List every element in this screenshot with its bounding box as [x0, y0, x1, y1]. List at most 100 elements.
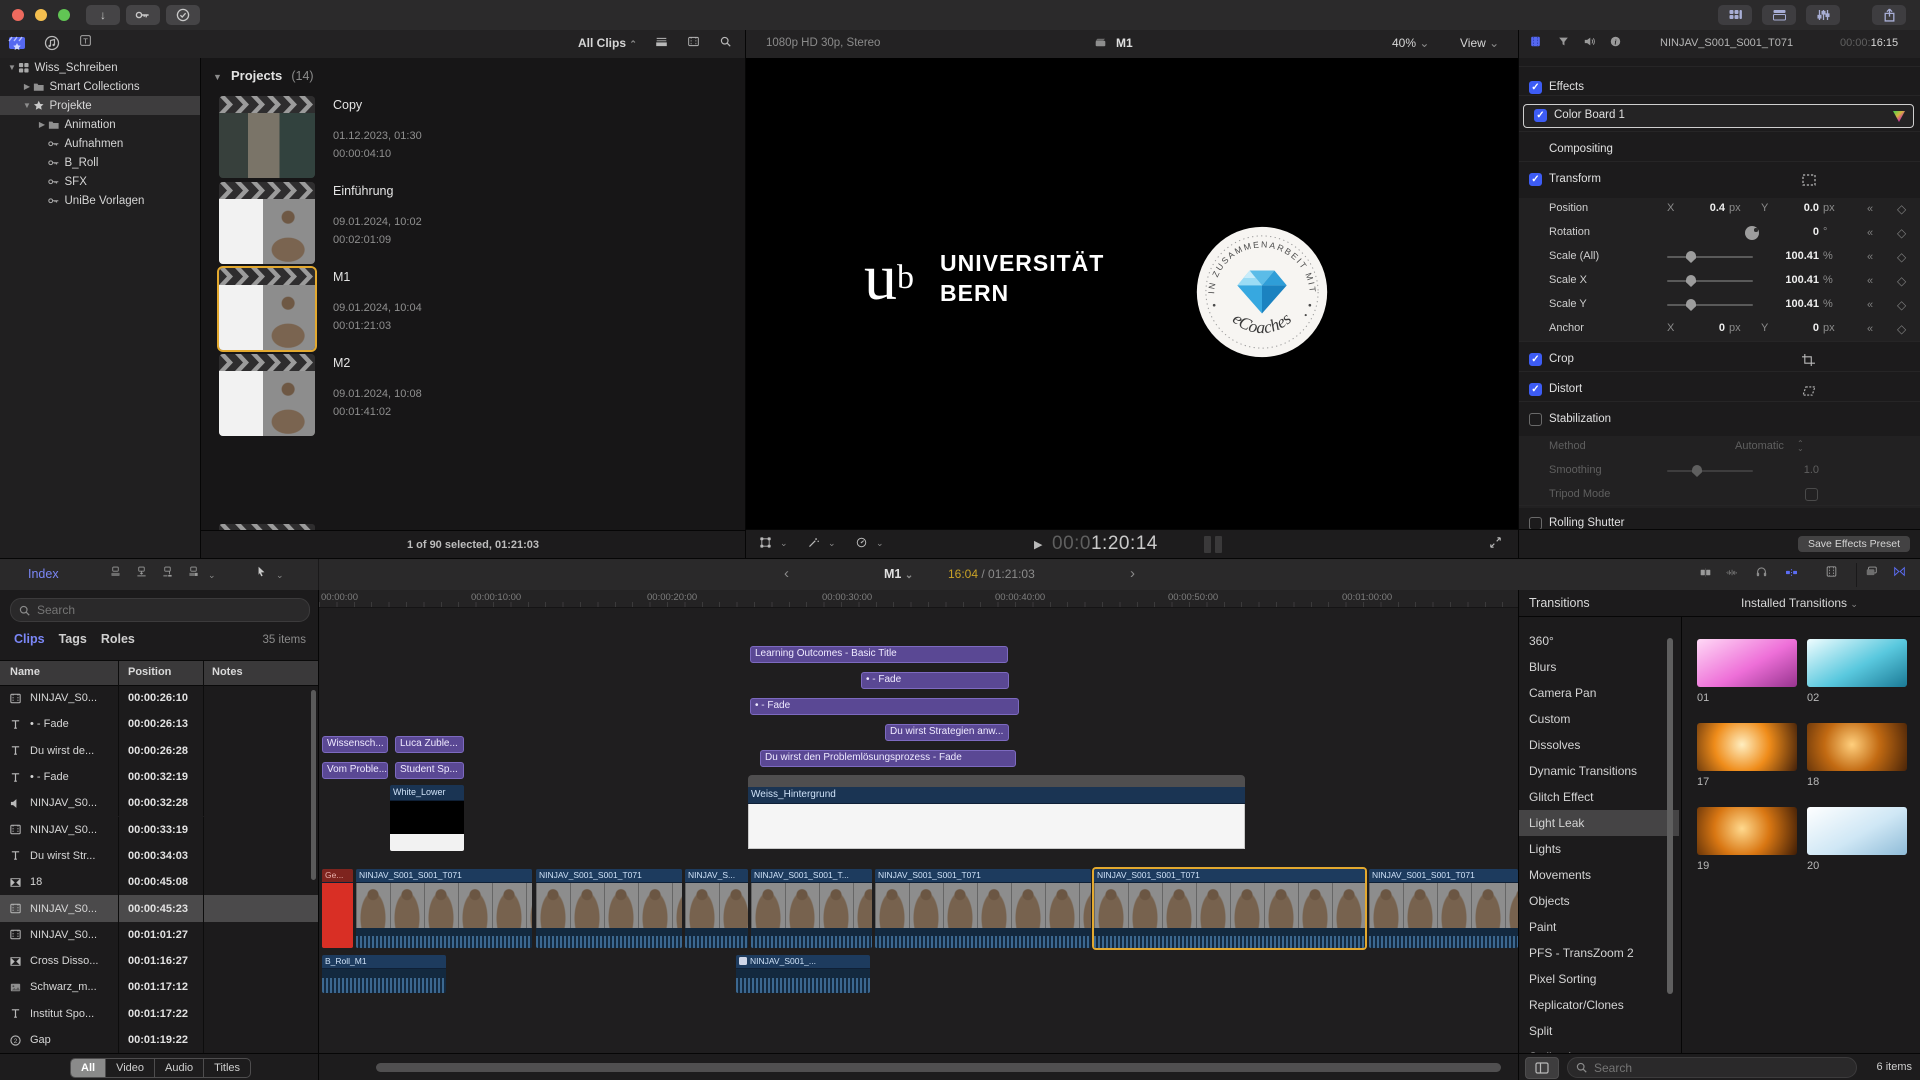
sidebar-item-smart-collections[interactable]: ▶Smart Collections — [0, 77, 200, 96]
title-clip[interactable]: Learning Outcomes - Basic Title — [750, 646, 1008, 663]
slider-thumb[interactable] — [1686, 251, 1696, 263]
transition-thumbnail[interactable] — [1697, 723, 1797, 771]
slider-thumb[interactable] — [1686, 275, 1696, 287]
next-project-icon[interactable]: › — [1130, 565, 1135, 582]
chevron-down-icon[interactable]: ⌄ — [828, 538, 836, 549]
reset-icon[interactable]: « — [1867, 275, 1871, 287]
transition-category[interactable]: Dynamic Transitions — [1519, 758, 1679, 784]
timeline-project-dropdown[interactable]: M1 ⌄ — [884, 567, 913, 581]
fullscreen-icon[interactable] — [1490, 537, 1501, 548]
keyframe-diamond-icon[interactable]: ◇ — [1897, 274, 1906, 288]
viewer-zoom-dropdown[interactable]: 40% ⌄ — [1392, 36, 1429, 50]
chevron-down-icon[interactable]: ⌄ — [780, 538, 788, 549]
connect-edit-icon[interactable] — [110, 566, 121, 577]
index-search-field[interactable] — [10, 598, 310, 622]
slider-thumb[interactable] — [1686, 299, 1696, 311]
transition-category[interactable]: Camera Pan — [1519, 680, 1679, 706]
transition-category[interactable]: Movements — [1519, 862, 1679, 888]
storyline-bar[interactable] — [748, 775, 1245, 787]
video-clip[interactable]: NINJAV_S001_S001_T071 — [875, 869, 1091, 948]
transition-category[interactable]: 360° — [1519, 628, 1679, 654]
sliders-icon[interactable] — [1806, 5, 1840, 25]
inspector-row-color-board-1[interactable]: ✓Color Board 1 — [1523, 104, 1914, 128]
title-clip[interactable]: Vom Proble... — [322, 762, 388, 779]
transition-category[interactable]: Glitch Effect — [1519, 784, 1679, 810]
audio-meter-right[interactable] — [1215, 536, 1222, 553]
transition-category[interactable]: Pixel Sorting — [1519, 966, 1679, 992]
inspector-info-tab-icon[interactable]: i — [1610, 36, 1621, 47]
chevron-down-icon[interactable]: ⌄ — [876, 538, 884, 549]
media-sidebar-tab-photos-audio[interactable] — [44, 35, 60, 51]
keyframe-diamond-icon[interactable]: ◇ — [1897, 298, 1906, 312]
index-search-input[interactable] — [35, 602, 301, 618]
inspector-row-smoothing[interactable]: Smoothing1.0 — [1519, 460, 1920, 484]
transition-category[interactable]: Light Leak — [1519, 810, 1679, 836]
inspector-row-scale-y[interactable]: Scale Y100.41%«◇ — [1519, 294, 1920, 318]
video-clip[interactable]: NINJAV_S001_S001_T... — [751, 869, 872, 948]
checkbox[interactable]: ✓ — [1529, 383, 1542, 396]
slider-track[interactable] — [1667, 304, 1753, 306]
reset-icon[interactable]: « — [1867, 227, 1871, 239]
inspector-audio-tab-icon[interactable] — [1584, 36, 1595, 47]
transition-category[interactable]: Blurs — [1519, 654, 1679, 680]
sidebar-item-aufnahmen[interactable]: Aufnahmen — [0, 134, 200, 153]
trim-blade-icon[interactable] — [1700, 567, 1711, 578]
key-icon[interactable] — [126, 5, 160, 25]
transition-category[interactable]: Custom — [1519, 706, 1679, 732]
enhancements-wand-icon[interactable] — [808, 537, 819, 548]
index-filter-audio[interactable]: Audio — [155, 1059, 204, 1077]
project-item-m1[interactable]: M109.01.2024, 10:0400:01:21:03 — [215, 268, 731, 352]
media-sidebar-tab-clips[interactable] — [8, 34, 26, 52]
transform-tool-icon[interactable] — [760, 537, 771, 548]
keyframe-diamond-icon[interactable]: ◇ — [1897, 202, 1906, 216]
installed-transitions-dropdown[interactable]: Installed Transitions ⌄ — [1741, 596, 1858, 610]
transition-category[interactable]: PFS - TransZoom 2 — [1519, 940, 1679, 966]
title-clip[interactable]: Student Sp... — [395, 762, 464, 779]
index-tab-roles[interactable]: Roles — [101, 632, 135, 646]
disclosure-right-icon[interactable]: ▶ — [21, 82, 33, 91]
index-row[interactable]: 1800:00:45:08 — [0, 869, 318, 895]
index-row[interactable]: Du wirst de...00:00:26:28 — [0, 738, 318, 764]
transition-category[interactable]: Lights — [1519, 836, 1679, 862]
transition-thumbnail[interactable] — [1697, 807, 1797, 855]
transitions-browser-icon[interactable] — [1894, 566, 1905, 577]
transition-category[interactable]: Split — [1519, 1018, 1679, 1044]
title-clip[interactable]: Du wirst den Problemlösungsprozess - Fad… — [760, 750, 1016, 767]
solo-headphones-icon[interactable] — [1756, 566, 1767, 577]
inspector-row-anchor[interactable]: AnchorX0pxY0px«◇ — [1519, 318, 1920, 342]
viewer-view-dropdown[interactable]: View ⌄ — [1460, 36, 1499, 50]
reset-icon[interactable]: « — [1867, 203, 1871, 215]
disclosure-right-icon[interactable]: ▶ — [36, 120, 48, 129]
index-row[interactable]: Institut Spo...00:01:17:22 — [0, 1001, 318, 1027]
inspector-row-effects[interactable]: ✓Effects — [1519, 78, 1920, 102]
keyframe-diamond-icon[interactable]: ◇ — [1897, 226, 1906, 240]
transitions-search-input[interactable] — [1592, 1060, 1848, 1076]
sidebar-item-wiss-schreiben[interactable]: ▼Wiss_Schreiben — [0, 58, 200, 77]
play-icon[interactable]: ▶ — [1034, 538, 1042, 551]
index-filter-all[interactable]: All — [71, 1059, 106, 1077]
clip-appearance-icon[interactable] — [1826, 566, 1837, 577]
index-row[interactable]: • - Fade00:00:26:13 — [0, 711, 318, 737]
transition-category[interactable]: Stylized — [1519, 1044, 1679, 1053]
previous-project-icon[interactable]: ‹ — [784, 565, 789, 582]
transition-thumbnail[interactable] — [1807, 807, 1907, 855]
checkbox[interactable] — [1805, 488, 1818, 501]
arrow-tool-icon[interactable] — [256, 566, 267, 577]
connected-clip[interactable]: NINJAV_S001_... — [736, 955, 870, 993]
checkbox[interactable]: ✓ — [1534, 109, 1547, 122]
share-icon[interactable] — [1872, 5, 1906, 25]
reset-icon[interactable]: « — [1867, 299, 1871, 311]
video-clip[interactable]: NINJAV_S... — [685, 869, 748, 948]
title-clip[interactable]: Luca Zuble... — [395, 736, 464, 753]
timeline-horizontal-scrollbar[interactable] — [376, 1063, 1501, 1072]
inspector-color-tab-icon[interactable] — [1558, 36, 1569, 47]
reset-icon[interactable]: « — [1867, 323, 1871, 335]
connected-clip[interactable]: B_Roll_M1 — [322, 955, 446, 993]
transition-category[interactable]: Paint — [1519, 914, 1679, 940]
disclosure-down-icon[interactable]: ▼ — [6, 63, 18, 72]
keyframe-diamond-icon[interactable]: ◇ — [1897, 250, 1906, 264]
check-circle-icon[interactable] — [166, 5, 200, 25]
snapping-icon[interactable] — [1786, 567, 1797, 578]
index-button[interactable]: Index — [28, 567, 59, 581]
chevron-down-icon[interactable]: ⌄ — [276, 570, 284, 581]
